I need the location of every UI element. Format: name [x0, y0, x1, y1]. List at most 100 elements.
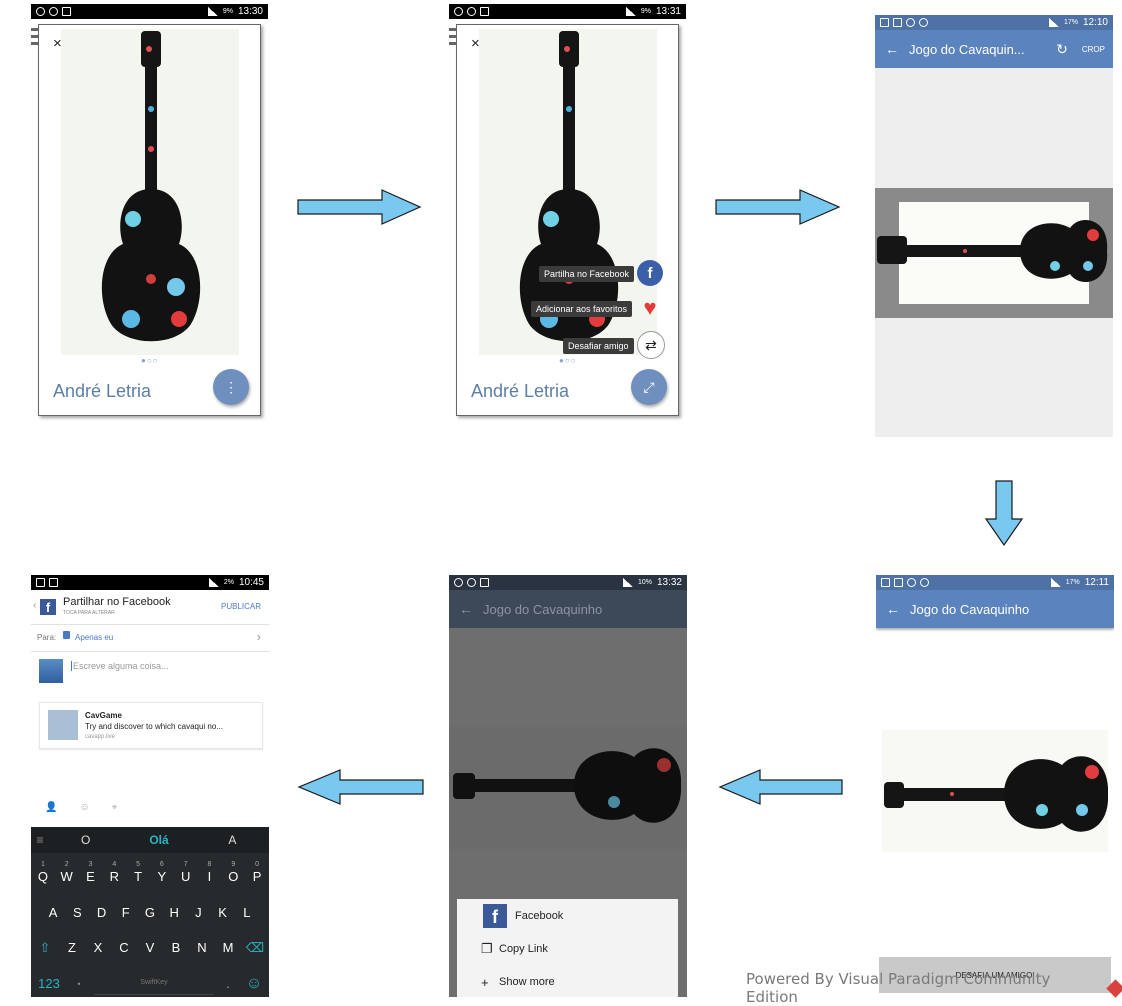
back-arrow-icon[interactable]: ←: [885, 41, 909, 57]
suggestion[interactable]: O: [49, 833, 122, 847]
key[interactable]: O9: [221, 861, 245, 884]
period-key[interactable]: .: [217, 976, 239, 991]
rotate-icon[interactable]: ↻: [1056, 41, 1068, 58]
key[interactable]: Q1: [31, 861, 55, 884]
key[interactable]: W2: [55, 861, 79, 884]
key[interactable]: A: [41, 905, 65, 920]
key[interactable]: E3: [79, 861, 103, 884]
suggestion[interactable]: A: [196, 833, 269, 847]
screen-artwork-result: 17% 12:11 ← Jogo do Cavaquinho DESAFIA UM…: [876, 575, 1114, 997]
feeling-icon[interactable]: ☺: [79, 802, 89, 813]
signal-icon: [207, 7, 218, 16]
key[interactable]: C: [111, 940, 137, 956]
spacebar[interactable]: SwiftKey: [94, 972, 214, 995]
key[interactable]: B: [163, 940, 189, 956]
app-icon: [467, 7, 476, 16]
mic-icon[interactable]: •: [67, 979, 91, 989]
key[interactable]: L: [235, 905, 259, 920]
keyboard-menu-icon[interactable]: ≡: [31, 833, 49, 847]
artwork-card: × Partilha no Facebook f Adicionar aos f…: [456, 24, 679, 416]
favorite-button[interactable]: ♥: [637, 295, 663, 321]
key[interactable]: X: [85, 940, 111, 956]
shift-key[interactable]: ⇧: [31, 940, 59, 956]
facebook-share-button[interactable]: f: [637, 260, 663, 286]
key[interactable]: R4: [102, 861, 126, 884]
challenge-friend-tooltip: Desafiar amigo: [563, 338, 634, 354]
facebook-icon: f: [483, 904, 507, 928]
back-arrow-icon[interactable]: ←: [886, 601, 910, 617]
link-title: CavGame: [85, 711, 122, 720]
app-icon: [36, 7, 45, 16]
key[interactable]: F: [114, 905, 138, 920]
status-time: 13:31: [655, 6, 681, 17]
key-label: I: [207, 869, 212, 884]
key[interactable]: G: [138, 905, 162, 920]
key-alt-label: 1: [40, 861, 45, 868]
key[interactable]: Y6: [150, 861, 174, 884]
heart-icon: ♥: [643, 295, 657, 320]
signal-icon: [1050, 578, 1061, 587]
crop-button[interactable]: CROP: [1082, 45, 1105, 54]
compose-input[interactable]: Escreve alguma coisa...: [71, 661, 169, 671]
publish-button[interactable]: PUBLICAR: [221, 602, 261, 611]
key[interactable]: K: [211, 905, 235, 920]
link-preview[interactable]: CavGame Try and discover to which cavaqu…: [39, 702, 263, 749]
ukulele-horizontal: [884, 756, 1109, 832]
key[interactable]: S: [65, 905, 89, 920]
key[interactable]: J: [186, 905, 210, 920]
tag-people-icon[interactable]: 👤: [45, 802, 57, 813]
arrow-left-2: [297, 769, 424, 805]
key[interactable]: I8: [198, 861, 222, 884]
key-alt-label: 8: [207, 861, 212, 868]
key[interactable]: V: [137, 940, 163, 956]
facebook-icon: f: [40, 599, 56, 615]
key[interactable]: T5: [126, 861, 150, 884]
more-options-button[interactable]: ⋮: [213, 369, 249, 405]
numbers-key[interactable]: 123: [31, 976, 67, 991]
status-bar: 17% 12:10: [875, 15, 1113, 30]
challenge-friend-button[interactable]: ⇄: [637, 331, 665, 359]
key-alt-label: 7: [183, 861, 188, 868]
key-label: B: [171, 940, 181, 955]
ukulele-horizontal-dimmed: [449, 727, 687, 849]
back-chevron-icon[interactable]: ‹: [33, 600, 36, 611]
backspace-key[interactable]: ⌫: [241, 940, 269, 956]
key[interactable]: U7: [174, 861, 198, 884]
status-time: 12:11: [1084, 577, 1109, 588]
key-label: T: [134, 869, 143, 884]
screen-artwork-card: 9% 13:30 × ●○○ André Letria ⋮: [31, 4, 268, 425]
key[interactable]: P0: [245, 861, 269, 884]
key-label: J: [195, 905, 202, 920]
key[interactable]: Z: [59, 940, 85, 956]
expand-button[interactable]: ⤢: [631, 369, 667, 405]
arrow-right-1: [297, 189, 422, 225]
suggestion[interactable]: Olá: [122, 833, 195, 847]
key-label: A: [48, 905, 58, 920]
share-option-copy-link[interactable]: ❐ Copy Link: [457, 938, 678, 960]
page-indicator[interactable]: ●○○: [141, 356, 159, 365]
share-title[interactable]: Partilhar no Facebook: [63, 596, 171, 608]
compose-actions: 👤 ☺ ⌖: [45, 802, 117, 813]
share-option-facebook[interactable]: f Facebook: [457, 903, 678, 929]
location-icon[interactable]: ⌖: [112, 802, 118, 813]
key-alt-label: 2: [64, 861, 69, 868]
battery-level: 17%: [1063, 19, 1078, 26]
suggestion-bar: ≡ O Olá A: [31, 827, 269, 853]
lock-icon: [63, 631, 70, 639]
share-option-show-more[interactable]: + Show more: [457, 971, 678, 993]
audience-row[interactable]: Para: Apenas eu ›: [31, 625, 269, 652]
key[interactable]: D: [89, 905, 113, 920]
key[interactable]: N: [189, 940, 215, 956]
key[interactable]: M: [215, 940, 241, 956]
screen-crop: 17% 12:10 ← Jogo do Cavaquin... ↻ CROP: [875, 15, 1113, 437]
share-sheet: f Facebook ❐ Copy Link + Show more: [457, 899, 678, 997]
avatar: [39, 659, 63, 683]
arrow-left-1: [718, 769, 843, 805]
key-label: P: [252, 869, 262, 884]
key-label: C: [119, 940, 129, 955]
page-indicator[interactable]: ●○○: [559, 356, 577, 365]
visual-paradigm-logo-icon: [1106, 978, 1122, 998]
smiley-enter-key[interactable]: ☺: [239, 975, 269, 993]
artwork-image[interactable]: [61, 29, 239, 355]
key[interactable]: H: [162, 905, 186, 920]
